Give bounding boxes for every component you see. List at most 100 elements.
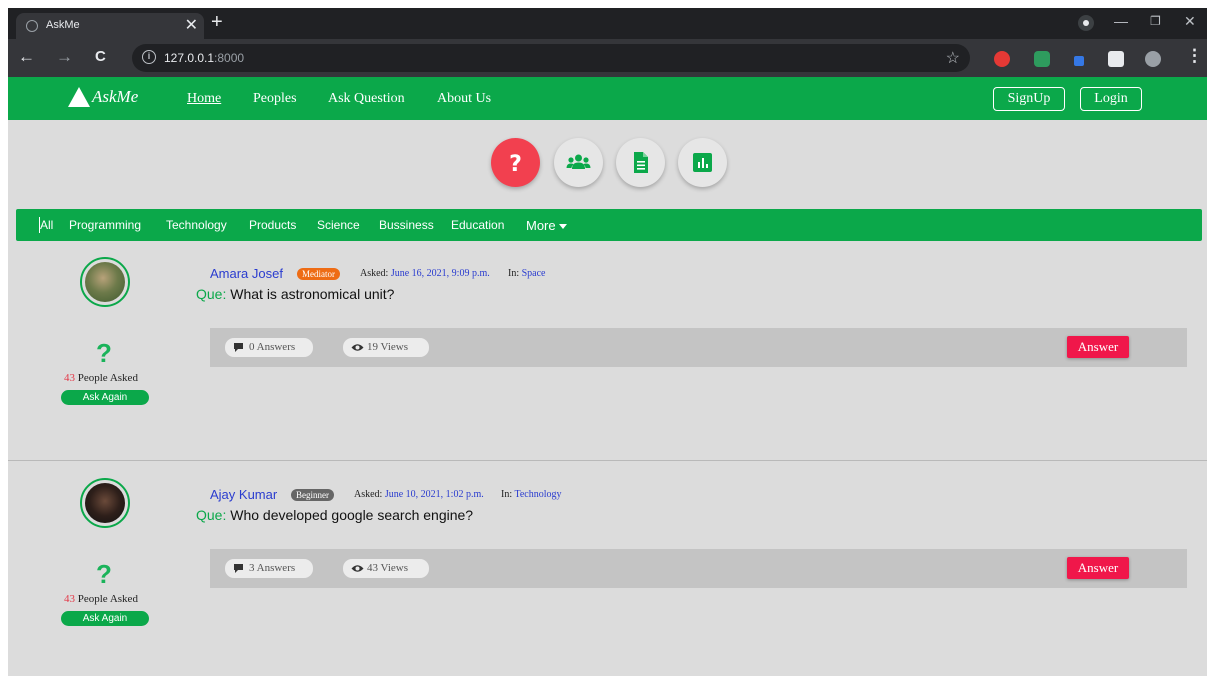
que-label: Que:	[196, 286, 227, 302]
browser-toolbar: ← → C i 127.0.0.1:8000 ☆ ⋮	[8, 39, 1207, 77]
site-logo[interactable]: AskMe	[68, 87, 138, 107]
people-asked-text: People Asked	[77, 593, 138, 605]
question-stats-bar: 3 Answers 43 Views Answer	[210, 549, 1187, 588]
logo-text: AskMe	[92, 87, 139, 106]
question-category: In: Technology	[501, 489, 562, 500]
answers-count-text: 3 Answers	[249, 562, 296, 574]
people-asked-number: 43	[64, 593, 75, 605]
question-stats-bar: 0 Answers 19 Views Answer	[210, 328, 1187, 367]
user-badge: Beginner	[291, 489, 334, 501]
ask-again-button[interactable]: Ask Again	[61, 611, 149, 626]
views-count-text: 19 Views	[367, 341, 408, 353]
avatar[interactable]	[80, 257, 130, 307]
category-link[interactable]: Space	[522, 268, 546, 279]
adblock-icon[interactable]	[994, 51, 1010, 67]
documents-circle-button[interactable]	[616, 138, 665, 187]
reload-button[interactable]: C	[95, 48, 106, 65]
asked-date-value[interactable]: June 16, 2021, 9:09 p.m.	[391, 268, 490, 279]
answers-count: 0 Answers	[225, 338, 313, 357]
site-navbar: AskMe Home Peoples Ask Question About Us…	[8, 77, 1207, 120]
category-products[interactable]: Products	[249, 218, 296, 232]
extensions-puzzle-icon[interactable]	[1108, 51, 1124, 67]
que-label: Que:	[196, 507, 227, 523]
in-label: In:	[501, 489, 513, 500]
answers-count-text: 0 Answers	[249, 341, 296, 353]
views-count: 19 Views	[343, 338, 429, 357]
maximize-button[interactable]: ❐	[1150, 14, 1161, 28]
category-all[interactable]: All	[40, 218, 53, 232]
svg-text:?: ?	[509, 152, 522, 175]
comment-icon	[234, 343, 243, 352]
minimize-button[interactable]: —	[1114, 13, 1128, 29]
eye-icon	[351, 344, 364, 351]
url-host: 127.0.0.1	[164, 51, 215, 65]
logo-triangle-icon	[68, 87, 90, 107]
answers-count: 3 Answers	[225, 559, 313, 578]
asked-date: Asked: June 10, 2021, 1:02 p.m.	[354, 489, 484, 500]
answer-button[interactable]: Answer	[1067, 336, 1129, 358]
views-count-text: 43 Views	[367, 562, 408, 574]
signup-button[interactable]: SignUp	[993, 87, 1065, 111]
extension-pen-icon[interactable]	[1074, 56, 1084, 66]
browser-window: AskMe ✕ + — ❐ ✕ ← → C i 127.0.0.1:8000 ☆…	[8, 8, 1207, 676]
category-more-dropdown[interactable]: More	[526, 218, 567, 233]
question-category: In: Space	[508, 268, 546, 279]
tab-title: AskMe	[46, 19, 80, 31]
question-card: ? 43 People Asked Ask Again Amara Josef …	[8, 241, 1207, 461]
url-text: 127.0.0.1:8000	[164, 51, 244, 65]
category-link[interactable]: Technology	[514, 489, 561, 500]
avatar-image	[85, 483, 125, 523]
browser-tab[interactable]: AskMe ✕	[16, 13, 204, 39]
menu-icon[interactable]: ⋮	[1186, 46, 1203, 66]
profile-avatar-icon[interactable]	[1145, 51, 1161, 67]
category-programming[interactable]: Programming	[69, 218, 141, 232]
back-button[interactable]: ←	[18, 47, 35, 67]
nav-about-us[interactable]: About Us	[437, 91, 491, 107]
question-body: What is astronomical unit?	[230, 286, 395, 302]
question-text[interactable]: Que: What is astronomical unit?	[196, 286, 394, 302]
forward-button[interactable]: →	[56, 47, 73, 67]
tab-strip: AskMe ✕ + — ❐ ✕	[8, 8, 1207, 39]
people-asked-number: 43	[64, 372, 75, 384]
people-asked-text: People Asked	[77, 372, 138, 384]
question-card: ? 43 People Asked Ask Again Ajay Kumar B…	[8, 462, 1207, 676]
mail-extension-icon[interactable]	[1034, 51, 1050, 67]
in-label: In:	[508, 268, 520, 279]
login-button[interactable]: Login	[1080, 87, 1142, 111]
category-science[interactable]: Science	[317, 218, 360, 232]
question-mark-icon: ?	[96, 559, 112, 589]
tab-search-icon[interactable]	[1078, 15, 1094, 31]
bookmark-star-icon[interactable]: ☆	[946, 48, 960, 68]
more-label: More	[526, 218, 556, 233]
stats-circle-button[interactable]	[678, 138, 727, 187]
avatar[interactable]	[80, 478, 130, 528]
nav-home[interactable]: Home	[187, 91, 221, 107]
new-tab-button[interactable]: +	[211, 11, 223, 34]
question-text[interactable]: Que: Who developed google search engine?	[196, 507, 473, 523]
window-close-button[interactable]: ✕	[1184, 13, 1196, 30]
category-bussiness[interactable]: Bussiness	[379, 218, 434, 232]
ask-again-button[interactable]: Ask Again	[61, 390, 149, 405]
peoples-circle-button[interactable]	[554, 138, 603, 187]
category-technology[interactable]: Technology	[166, 218, 227, 232]
category-bar: All Programming Technology Products Scie…	[16, 209, 1202, 241]
author-name[interactable]: Ajay Kumar	[210, 487, 277, 502]
site-info-icon[interactable]: i	[142, 50, 156, 64]
globe-icon	[26, 20, 38, 32]
category-education[interactable]: Education	[451, 218, 504, 232]
address-bar[interactable]: i 127.0.0.1:8000 ☆	[132, 44, 970, 72]
close-tab-icon[interactable]: ✕	[185, 15, 198, 35]
avatar-image	[85, 262, 125, 302]
answer-button[interactable]: Answer	[1067, 557, 1129, 579]
author-name[interactable]: Amara Josef	[210, 266, 283, 281]
nav-peoples[interactable]: Peoples	[253, 91, 297, 107]
asked-label: Asked:	[354, 489, 383, 500]
people-asked-count: 43 People Asked	[64, 372, 138, 384]
question-mark-icon: ?	[96, 338, 112, 368]
user-badge: Mediator	[297, 268, 340, 280]
nav-ask-question[interactable]: Ask Question	[328, 91, 405, 107]
asked-date-value[interactable]: June 10, 2021, 1:02 p.m.	[385, 489, 484, 500]
people-asked-count: 43 People Asked	[64, 593, 138, 605]
ask-question-circle-button[interactable]: ?	[491, 138, 540, 187]
url-port: :8000	[214, 51, 245, 65]
